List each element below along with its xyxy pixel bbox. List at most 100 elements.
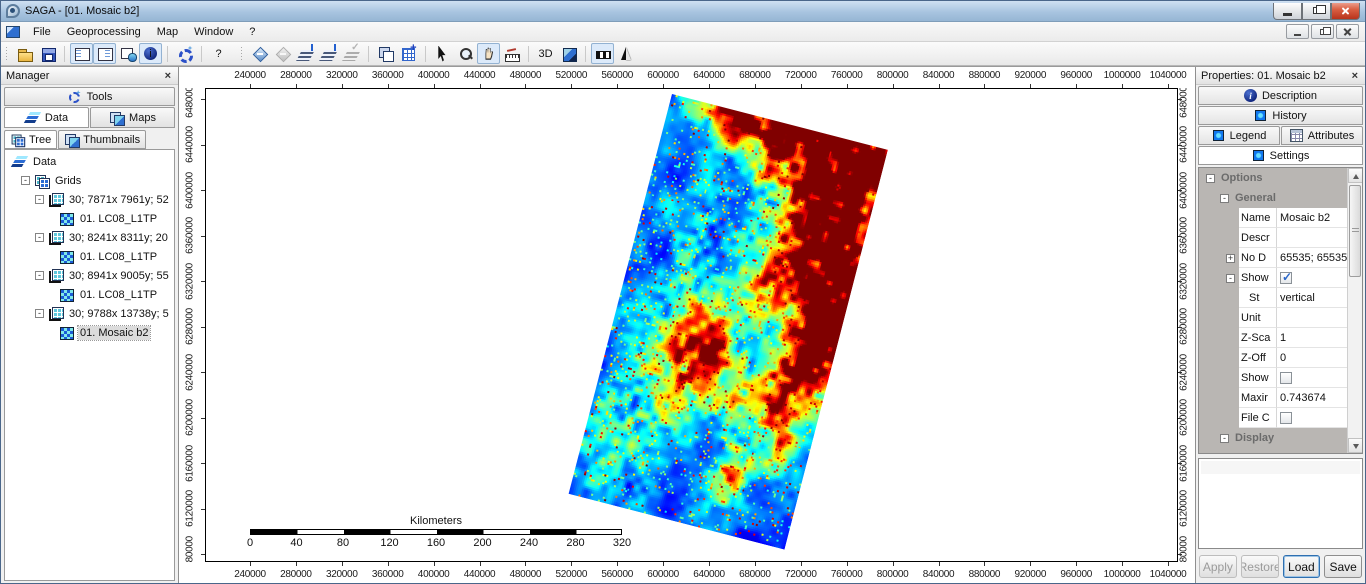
property-row[interactable]: Unit	[1199, 308, 1347, 328]
properties-close-icon[interactable]: ×	[1350, 70, 1360, 82]
minimize-button[interactable]	[1273, 3, 1302, 20]
toolbar-grip[interactable]	[240, 46, 244, 62]
show-properties-button[interactable]	[93, 43, 116, 64]
zoom-next-button[interactable]	[271, 43, 294, 64]
toolbar-grip[interactable]	[5, 46, 9, 62]
x-tick-label: 640000	[693, 569, 725, 580]
x-tick-label: 240000	[234, 70, 266, 81]
tree-expander-icon[interactable]: -	[21, 176, 30, 185]
tree-item[interactable]: - 30; 9788x 13738y; 5	[5, 304, 174, 323]
x-tick-label: 600000	[647, 569, 679, 580]
tab-history[interactable]: History	[1198, 106, 1363, 125]
menu-item[interactable]: File	[25, 23, 59, 41]
child-minimize-button[interactable]	[1286, 24, 1309, 39]
scrollbar-thumb[interactable]	[1349, 185, 1361, 277]
tree-item[interactable]: 01. LC08_L1TP	[5, 285, 174, 304]
legend-icon	[1212, 129, 1225, 142]
tree-item[interactable]: Data	[5, 152, 174, 171]
help-button[interactable]: ?	[207, 43, 230, 64]
tree-item[interactable]: - Grids	[5, 171, 174, 190]
map-canvas[interactable]: Kilometers 04080120160200240280320	[205, 88, 1178, 562]
tab-tools[interactable]: Tools	[4, 87, 175, 106]
add-grid-collection-button[interactable]	[317, 43, 340, 64]
child-close-button[interactable]	[1336, 24, 1359, 39]
row-expander-icon[interactable]: +	[1226, 254, 1235, 263]
property-row[interactable]: Show	[1199, 368, 1347, 388]
tab-thumbnails[interactable]: Thumbnails	[58, 130, 146, 149]
tab-tree[interactable]: Tree	[4, 130, 57, 149]
scroll-up-icon[interactable]	[1348, 168, 1363, 183]
menu-item[interactable]: Window	[186, 23, 241, 41]
copy-map-button[interactable]	[374, 43, 397, 64]
tree-expander-icon[interactable]: -	[35, 309, 44, 318]
tree-item[interactable]: - 30; 8241x 8311y; 20	[5, 228, 174, 247]
property-row[interactable]: File C	[1199, 408, 1347, 428]
pointer-button[interactable]	[431, 43, 454, 64]
zoom-tool-button[interactable]	[454, 43, 477, 64]
tab-description[interactable]: Description	[1198, 86, 1363, 105]
property-row[interactable]: Name Mosaic b2	[1199, 208, 1347, 228]
tree-item[interactable]: - 30; 8941x 9005y; 55	[5, 266, 174, 285]
property-row[interactable]: St vertical	[1199, 288, 1347, 308]
view-3d-button[interactable]: 3D	[534, 43, 557, 64]
close-button[interactable]	[1331, 3, 1360, 20]
save-image-button[interactable]	[557, 43, 580, 64]
tab-maps[interactable]: Maps	[90, 107, 175, 128]
row-expander-icon[interactable]: -	[1220, 194, 1229, 203]
property-row[interactable]: Maxir 0.743674	[1199, 388, 1347, 408]
x-tick-label: 560000	[601, 70, 633, 81]
properties-button[interactable]: Load	[1283, 555, 1321, 578]
property-row[interactable]: - Show	[1199, 268, 1347, 288]
tree-expander-icon[interactable]: -	[35, 271, 44, 280]
checkbox[interactable]	[1280, 272, 1292, 284]
pan-tool-button[interactable]	[477, 43, 500, 64]
tab-data[interactable]: Data	[4, 107, 89, 128]
tree-item[interactable]: 01. LC08_L1TP	[5, 247, 174, 266]
show-messages-button[interactable]: i	[139, 43, 162, 64]
child-restore-button[interactable]	[1311, 24, 1334, 39]
mdi-child-icon[interactable]	[6, 26, 20, 38]
new-map-layout-button[interactable]	[397, 43, 420, 64]
apply-layers-button[interactable]	[340, 43, 363, 64]
property-row[interactable]: Z-Off 0	[1199, 348, 1347, 368]
manager-close-icon[interactable]: ×	[163, 70, 173, 82]
zoom-previous-button[interactable]	[248, 43, 271, 64]
tab-legend[interactable]: Legend	[1198, 126, 1280, 145]
property-row[interactable]: + No D 65535; 65535	[1199, 248, 1347, 268]
property-row[interactable]: Z-Sca 1	[1199, 328, 1347, 348]
save-button[interactable]	[36, 43, 59, 64]
tab-settings[interactable]: Settings	[1198, 146, 1363, 165]
property-row[interactable]: - Options	[1199, 168, 1347, 188]
row-expander-icon[interactable]: -	[1226, 274, 1235, 283]
scroll-down-icon[interactable]	[1348, 438, 1363, 453]
show-data-source-button[interactable]	[116, 43, 139, 64]
property-row[interactable]: - Display	[1199, 428, 1347, 448]
tab-attributes[interactable]: Attributes	[1281, 126, 1363, 145]
row-expander-icon[interactable]: -	[1220, 434, 1229, 443]
property-row[interactable]: Descr	[1199, 228, 1347, 248]
row-expander-icon[interactable]: -	[1206, 174, 1215, 183]
properties-button[interactable]: Apply	[1199, 555, 1237, 578]
checkbox[interactable]	[1280, 412, 1292, 424]
north-arrow-button[interactable]	[614, 43, 637, 64]
open-tool-button[interactable]	[173, 43, 196, 64]
property-row[interactable]: - General	[1199, 188, 1347, 208]
checkbox[interactable]	[1280, 372, 1292, 384]
tree-item[interactable]: 01. LC08_L1TP	[5, 209, 174, 228]
tree-expander-icon[interactable]: -	[35, 233, 44, 242]
show-manager-button[interactable]	[70, 43, 93, 64]
options-scrollbar[interactable]	[1347, 168, 1362, 453]
properties-button[interactable]: Save	[1324, 555, 1362, 578]
menu-item[interactable]: ?	[241, 23, 263, 41]
menu-item[interactable]: Geoprocessing	[59, 23, 149, 41]
open-button[interactable]	[13, 43, 36, 64]
tree-expander-icon[interactable]: -	[35, 195, 44, 204]
add-grid-layer-button[interactable]	[294, 43, 317, 64]
scalebar-toggle-button[interactable]	[591, 43, 614, 64]
restore-button[interactable]	[1302, 3, 1331, 20]
tree-item[interactable]: - 30; 7871x 7961y; 52	[5, 190, 174, 209]
properties-button[interactable]: Restore	[1241, 555, 1279, 578]
tree-item[interactable]: 01. Mosaic b2	[5, 323, 174, 342]
menu-item[interactable]: Map	[149, 23, 186, 41]
measure-tool-button[interactable]	[500, 43, 523, 64]
